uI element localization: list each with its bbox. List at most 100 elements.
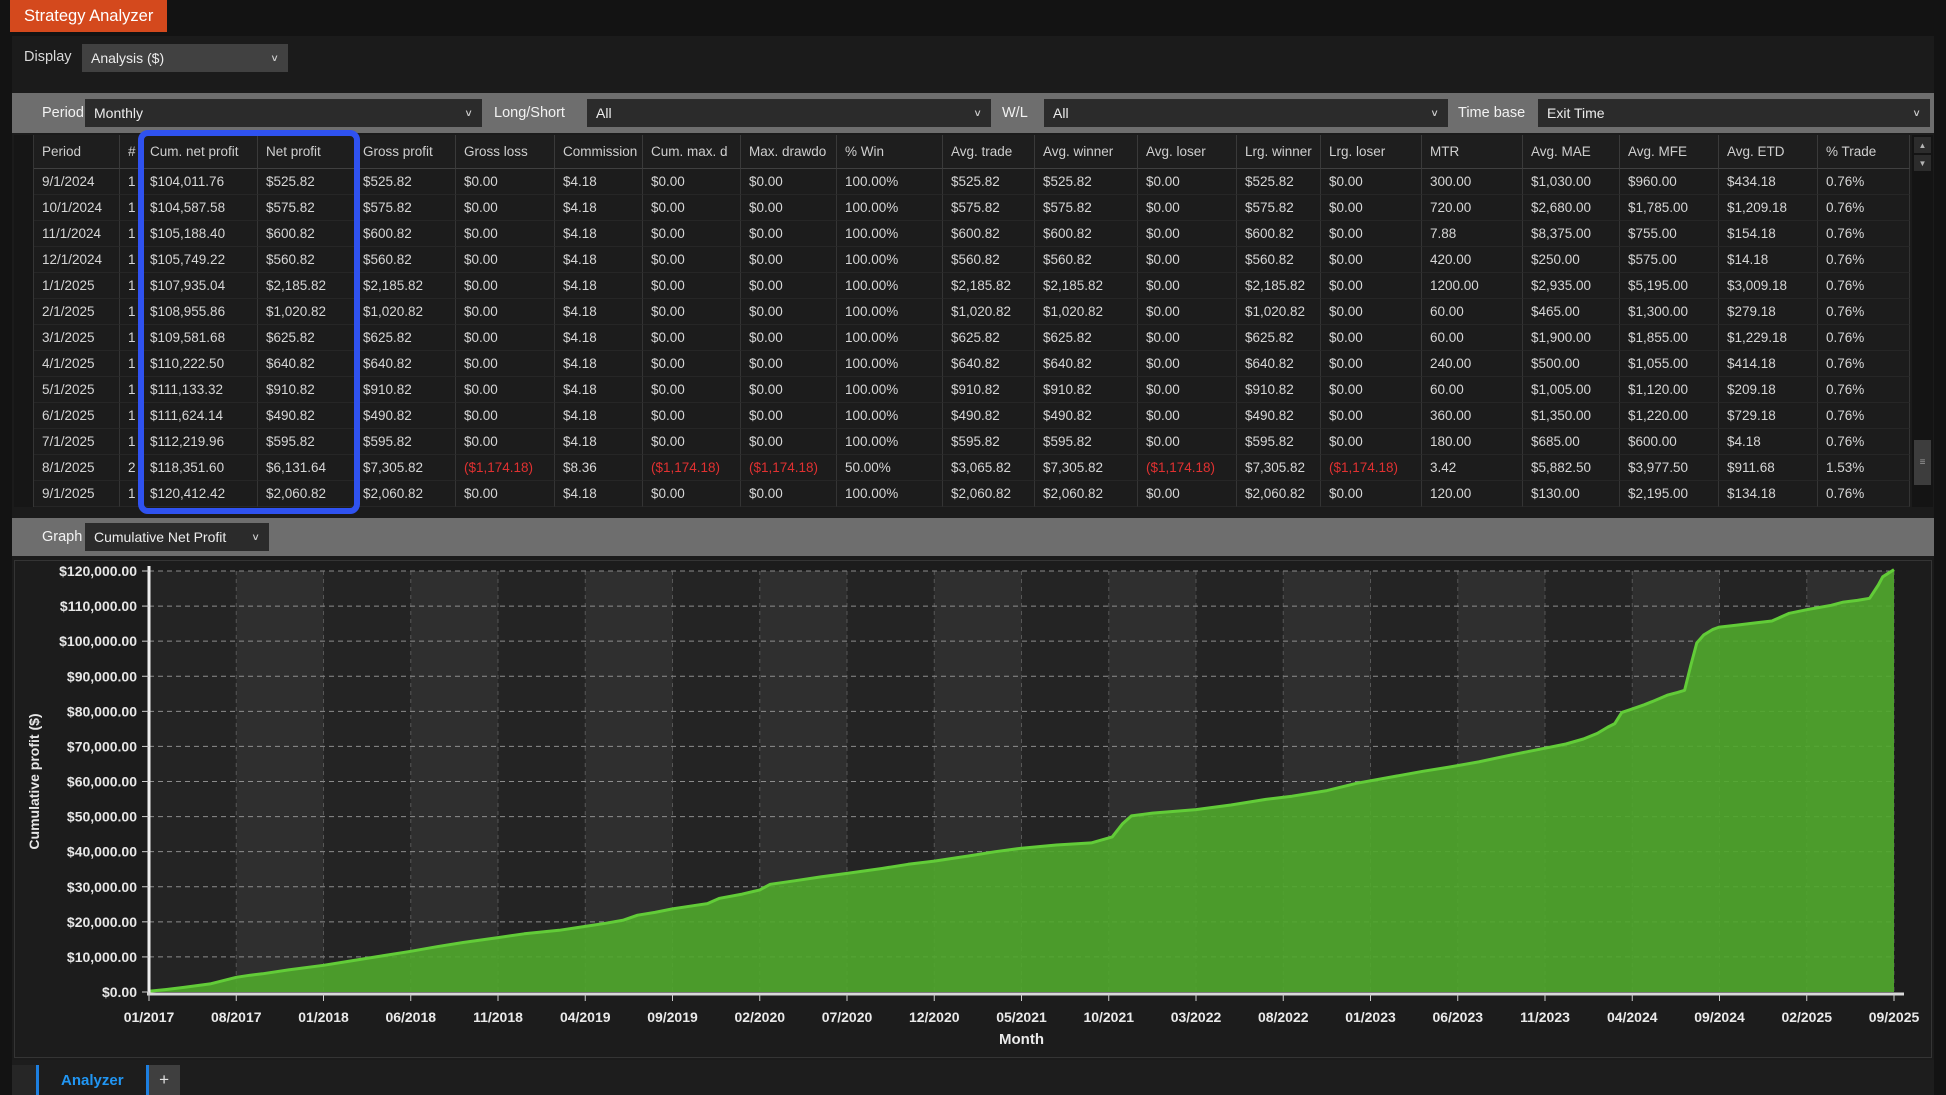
display-dropdown[interactable]: Analysis ($) ∨ (82, 44, 288, 72)
column-header-commission[interactable]: Commission (555, 135, 643, 169)
column-header-avg-mfe[interactable]: Avg. MFE (1620, 135, 1719, 169)
table-cell: $4.18 (555, 195, 643, 221)
window-title-tab[interactable]: Strategy Analyzer (10, 0, 167, 32)
column-header--[interactable]: # (120, 135, 142, 169)
table-cell: 100.00% (837, 273, 943, 299)
table-cell: 1/1/2025 (34, 273, 120, 299)
column-header-mtr[interactable]: MTR (1422, 135, 1523, 169)
table-cell: 100.00% (837, 377, 943, 403)
table-cell: $0.00 (741, 351, 837, 377)
svg-text:09/2025: 09/2025 (1869, 1009, 1920, 1025)
timebase-dropdown[interactable]: Exit Time ∨ (1538, 99, 1930, 127)
svg-text:$10,000.00: $10,000.00 (67, 949, 137, 965)
table-cell: $2,185.82 (258, 273, 355, 299)
svg-text:08/2017: 08/2017 (211, 1009, 262, 1025)
column-header-cum-max-d[interactable]: Cum. max. d (643, 135, 741, 169)
table-cell: $112,219.96 (142, 429, 258, 455)
timebase-label: Time base (1458, 105, 1525, 121)
table-cell: $120,412.42 (142, 481, 258, 507)
table-cell: $3,977.50 (1620, 455, 1719, 481)
table-cell: $910.82 (355, 377, 456, 403)
column-header-avg-trade[interactable]: Avg. trade (943, 135, 1035, 169)
column-header-avg-loser[interactable]: Avg. loser (1138, 135, 1237, 169)
table-scrollbar[interactable]: ▲ ▼ ≡ (1912, 135, 1933, 507)
table-cell: $0.00 (643, 429, 741, 455)
table-cell: $6,131.64 (258, 455, 355, 481)
table-cell: $0.00 (1321, 403, 1422, 429)
table-cell: $0.00 (643, 481, 741, 507)
table-row[interactable]: 6/1/20251$111,624.14$490.82$490.82$0.00$… (34, 403, 1910, 429)
column-header-gross-profit[interactable]: Gross profit (355, 135, 456, 169)
scroll-up-icon[interactable]: ▲ (1914, 137, 1931, 153)
table-row[interactable]: 8/1/20252$118,351.60$6,131.64$7,305.82($… (34, 455, 1910, 481)
column-header-max-drawdo[interactable]: Max. drawdo (741, 135, 837, 169)
table-cell: $209.18 (1719, 377, 1818, 403)
svg-text:$80,000.00: $80,000.00 (67, 703, 137, 719)
svg-text:$120,000.00: $120,000.00 (59, 563, 137, 579)
table-cell: $8.36 (555, 455, 643, 481)
table-cell: $0.00 (741, 429, 837, 455)
column-header-lrg-loser[interactable]: Lrg. loser (1321, 135, 1422, 169)
filter-bar: Period Monthly ∨ Long/Short All ∨ W/L Al… (12, 93, 1934, 133)
table-cell: $490.82 (1237, 403, 1321, 429)
table-cell: 0.76% (1818, 221, 1910, 247)
table-cell: $105,749.22 (142, 247, 258, 273)
graph-dropdown[interactable]: Cumulative Net Profit ∨ (85, 523, 269, 551)
table-row[interactable]: 12/1/20241$105,749.22$560.82$560.82$0.00… (34, 247, 1910, 273)
table-row[interactable]: 1/1/20251$107,935.04$2,185.82$2,185.82$0… (34, 273, 1910, 299)
table-cell: $0.00 (643, 403, 741, 429)
scroll-down-icon[interactable]: ▼ (1914, 155, 1931, 171)
table-cell: $0.00 (643, 377, 741, 403)
period-dropdown-value: Monthly (94, 105, 143, 121)
column-header-lrg-winner[interactable]: Lrg. winner (1237, 135, 1321, 169)
table-cell: $4.18 (1719, 429, 1818, 455)
table-row[interactable]: 11/1/20241$105,188.40$600.82$600.82$0.00… (34, 221, 1910, 247)
table-cell: $0.00 (643, 351, 741, 377)
column-header-avg-mae[interactable]: Avg. MAE (1523, 135, 1620, 169)
table-row[interactable]: 4/1/20251$110,222.50$640.82$640.82$0.00$… (34, 351, 1910, 377)
add-tab-button[interactable]: + (149, 1065, 180, 1095)
table-cell: $1,785.00 (1620, 195, 1719, 221)
table-row[interactable]: 9/1/20241$104,011.76$525.82$525.82$0.00$… (34, 169, 1910, 195)
table-row[interactable]: 9/1/20251$120,412.42$2,060.82$2,060.82$0… (34, 481, 1910, 507)
column-header-cum-net-profit[interactable]: Cum. net profit (142, 135, 258, 169)
column-header-avg-etd[interactable]: Avg. ETD (1719, 135, 1818, 169)
table-cell: $0.00 (456, 273, 555, 299)
period-dropdown[interactable]: Monthly ∨ (85, 99, 482, 127)
longshort-dropdown[interactable]: All ∨ (587, 99, 991, 127)
column-header--trade[interactable]: % Trade (1818, 135, 1910, 169)
table-row[interactable]: 10/1/20241$104,587.58$575.82$575.82$0.00… (34, 195, 1910, 221)
column-header-avg-winner[interactable]: Avg. winner (1035, 135, 1138, 169)
period-label: Period (42, 105, 84, 121)
scrollbar-thumb[interactable]: ≡ (1914, 440, 1931, 485)
table-cell: $1,300.00 (1620, 299, 1719, 325)
strategy-analyzer-window: Display Analysis ($) ∨ Period Monthly ∨ … (12, 36, 1934, 1095)
table-cell: 0.76% (1818, 273, 1910, 299)
table-cell: $111,133.32 (142, 377, 258, 403)
table-cell: $105,188.40 (142, 221, 258, 247)
table-cell: $575.82 (1237, 195, 1321, 221)
column-header-period[interactable]: Period (34, 135, 120, 169)
svg-text:02/2020: 02/2020 (734, 1009, 785, 1025)
column-header-gross-loss[interactable]: Gross loss (456, 135, 555, 169)
table-cell: 0.76% (1818, 377, 1910, 403)
tab-analyzer[interactable]: Analyzer (39, 1065, 146, 1095)
table-cell: 100.00% (837, 325, 943, 351)
table-cell: $130.00 (1523, 481, 1620, 507)
table-row[interactable]: 5/1/20251$111,133.32$910.82$910.82$0.00$… (34, 377, 1910, 403)
table-cell: $560.82 (943, 247, 1035, 273)
column-header--win[interactable]: % Win (837, 135, 943, 169)
table-row[interactable]: 2/1/20251$108,955.86$1,020.82$1,020.82$0… (34, 299, 1910, 325)
table-cell: 100.00% (837, 481, 943, 507)
table-cell: $575.82 (1035, 195, 1138, 221)
wl-dropdown[interactable]: All ∨ (1044, 99, 1448, 127)
table-cell: 100.00% (837, 429, 943, 455)
table-row[interactable]: 3/1/20251$109,581.68$625.82$625.82$0.00$… (34, 325, 1910, 351)
table-cell: 1 (120, 325, 142, 351)
table-cell: $0.00 (1138, 403, 1237, 429)
column-header-net-profit[interactable]: Net profit (258, 135, 355, 169)
table-cell: $1,350.00 (1523, 403, 1620, 429)
svg-text:12/2020: 12/2020 (909, 1009, 960, 1025)
table-row[interactable]: 7/1/20251$112,219.96$595.82$595.82$0.00$… (34, 429, 1910, 455)
table-cell: $0.00 (643, 169, 741, 195)
